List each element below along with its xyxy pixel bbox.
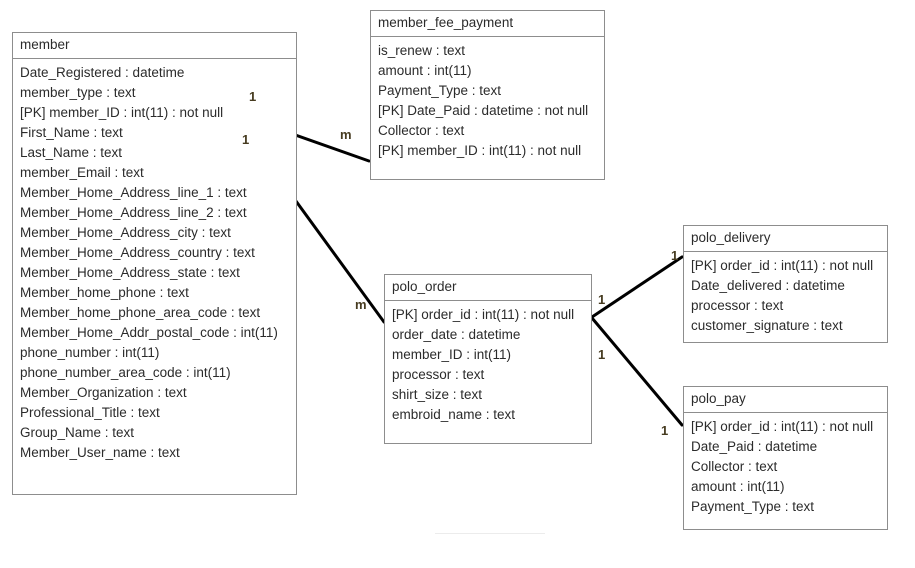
attribute-row: Member_Organization : text	[20, 385, 187, 400]
attribute-row: Member_Home_Addr_postal_code : int(11)	[20, 325, 278, 340]
attribute-row: amount : int(11)	[378, 63, 472, 78]
attribute-row: Date_Paid : datetime	[691, 439, 818, 454]
entity-attributes-member: Date_Registered : datetime member_type : …	[13, 59, 296, 468]
attribute-row: Member_home_phone : text	[20, 285, 189, 300]
attribute-row: amount : int(11)	[691, 479, 785, 494]
attribute-row: Member_Home_Address_line_1 : text	[20, 185, 247, 200]
attribute-row: phone_number_area_code : int(11)	[20, 365, 231, 380]
relationship-line-polo_order-to-polo_pay[interactable]	[590, 316, 684, 427]
attribute-row: Group_Name : text	[20, 425, 135, 440]
attribute-row: Member_Home_Address_city : text	[20, 225, 231, 240]
er-diagram-canvas: member Date_Registered : datetime member_t…	[0, 0, 915, 568]
cardinality-label-polo_order-to-polo_delivery-from: 1	[598, 292, 606, 307]
entity-attributes-polo_delivery: [PK] order_id : int(11) : not null Date_d…	[684, 252, 887, 341]
entity-title-member: member	[13, 33, 296, 59]
attribute-row: Member_Home_Address_country : text	[20, 245, 255, 260]
attribute-row: is_renew : text	[378, 43, 466, 58]
entity-title-member_fee_payment: member_fee_payment	[371, 11, 604, 37]
faint-horizontal-rule	[435, 533, 545, 534]
attribute-row: Payment_Type : text	[691, 499, 815, 514]
attribute-row: processor : text	[392, 367, 485, 382]
entity-attributes-polo_pay: [PK] order_id : int(11) : not null Date_P…	[684, 413, 887, 522]
entity-polo_pay[interactable]: polo_pay [PK] order_id : int(11) : not nu…	[683, 386, 888, 530]
attribute-row: order_date : datetime	[392, 327, 521, 342]
cardinality-label-member-to-member_fee_payment-to: m	[340, 127, 352, 142]
attribute-row: [PK] order_id : int(11) : not null	[392, 307, 575, 322]
attribute-row: Member_User_name : text	[20, 445, 180, 460]
cardinality-label-member-to-member_fee_payment-from: 1	[249, 89, 257, 104]
entity-polo_delivery[interactable]: polo_delivery [PK] order_id : int(11) : n…	[683, 225, 888, 343]
attribute-row: Professional_Title : text	[20, 405, 160, 420]
attribute-row: Collector : text	[378, 123, 465, 138]
cardinality-label-polo_order-to-polo_pay-from: 1	[598, 347, 606, 362]
cardinality-label-polo_order-to-polo_delivery-to: 1	[671, 248, 679, 263]
cardinality-label-member-to-polo_order-from: 1	[242, 132, 250, 147]
attribute-row: [PK] member_ID : int(11) : not null	[378, 143, 582, 158]
cardinality-label-polo_order-to-polo_pay-to: 1	[661, 423, 669, 438]
entity-attributes-member_fee_payment: is_renew : text amount : int(11) Payment_T…	[371, 37, 604, 166]
attribute-row: Member_Home_Address_state : text	[20, 265, 240, 280]
entity-polo_order[interactable]: polo_order [PK] order_id : int(11) : not …	[384, 274, 592, 444]
entity-attributes-polo_order: [PK] order_id : int(11) : not null order_…	[385, 301, 591, 430]
entity-member_fee_payment[interactable]: member_fee_payment is_renew : text amount …	[370, 10, 605, 180]
attribute-row: Date_delivered : datetime	[691, 278, 845, 293]
attribute-row: [PK] member_ID : int(11) : not null	[20, 105, 224, 120]
entity-title-polo_delivery: polo_delivery	[684, 226, 887, 252]
attribute-row: embroid_name : text	[392, 407, 516, 422]
attribute-row: Member_home_phone_area_code : text	[20, 305, 261, 320]
attribute-row: member_ID : int(11)	[392, 347, 512, 362]
entity-title-polo_order: polo_order	[385, 275, 591, 301]
attribute-row: Collector : text	[691, 459, 778, 474]
attribute-row: Payment_Type : text	[378, 83, 502, 98]
attribute-row: phone_number : int(11)	[20, 345, 160, 360]
attribute-row: Last_Name : text	[20, 145, 123, 160]
attribute-row: First_Name : text	[20, 125, 123, 140]
cardinality-label-member-to-polo_order-to: m	[355, 297, 367, 312]
attribute-row: [PK] order_id : int(11) : not null	[691, 419, 874, 434]
attribute-row: member_Email : text	[20, 165, 144, 180]
relationship-line-polo_order-to-polo_delivery[interactable]	[590, 255, 684, 319]
attribute-row: Date_Registered : datetime	[20, 65, 185, 80]
attribute-row: customer_signature : text	[691, 318, 843, 333]
attribute-row: [PK] Date_Paid : datetime : not null	[378, 103, 589, 118]
attribute-row: processor : text	[691, 298, 784, 313]
attribute-row: [PK] order_id : int(11) : not null	[691, 258, 874, 273]
entity-title-polo_pay: polo_pay	[684, 387, 887, 413]
attribute-row: Member_Home_Address_line_2 : text	[20, 205, 247, 220]
attribute-row: shirt_size : text	[392, 387, 483, 402]
